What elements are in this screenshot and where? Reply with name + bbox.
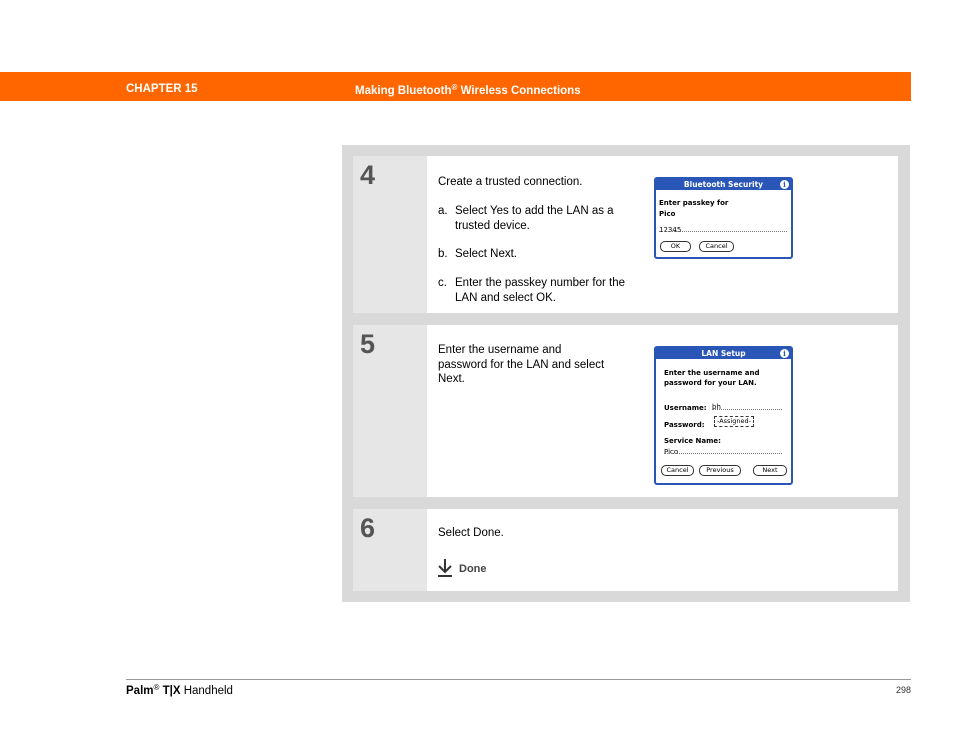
password-selector[interactable]: -Assigned-	[714, 416, 754, 427]
step-5: 5 Enter the username and password for th…	[353, 325, 898, 497]
chapter-title: Making Bluetooth® Wireless Connections	[355, 83, 581, 97]
info-icon[interactable]: i	[780, 349, 789, 358]
step-6: 6 Select Done. Done	[353, 509, 898, 591]
passkey-underline	[659, 231, 787, 232]
step-number-column: 4	[353, 156, 427, 313]
step-number: 6	[360, 513, 376, 543]
list-item: c. Enter the passkey number for the LAN …	[438, 277, 626, 304]
done-label: Done	[459, 563, 487, 575]
dialog-prompt-device: Pico	[659, 210, 676, 218]
cancel-button[interactable]: Cancel	[661, 465, 694, 476]
done-arrow-icon	[438, 559, 452, 577]
dialog-title: Bluetooth Security i	[656, 179, 791, 190]
step-text: Enter the username and password for the …	[438, 344, 605, 385]
dialog-prompt-2: password for your LAN.	[664, 379, 757, 387]
bluetooth-security-dialog: Bluetooth Security i Enter passkey for P…	[654, 177, 793, 259]
service-name-underline	[664, 453, 782, 454]
step-4: 4 Create a trusted connection. a. Select…	[353, 156, 898, 313]
step-text: Select Done.	[438, 527, 504, 539]
step-content: Create a trusted connection. a. Select Y…	[438, 156, 898, 313]
step-number-column: 6	[353, 509, 427, 591]
step-number-column: 5	[353, 325, 427, 497]
next-button[interactable]: Next	[753, 465, 787, 476]
ok-button[interactable]: OK	[660, 241, 691, 252]
list-item: a. Select Yes to add the LAN as a truste…	[438, 205, 614, 232]
cancel-button[interactable]: Cancel	[699, 241, 734, 252]
chapter-header-bar: CHAPTER 15 Making Bluetooth® Wireless Co…	[0, 72, 911, 101]
chapter-number: CHAPTER 15	[126, 83, 198, 95]
password-label: Password:	[664, 421, 705, 429]
username-label: Username:	[664, 404, 707, 412]
info-icon[interactable]: i	[780, 180, 789, 189]
step-number: 4	[360, 160, 376, 190]
lan-setup-dialog: LAN Setup i Enter the username and passw…	[654, 346, 793, 485]
username-underline	[712, 409, 782, 410]
footer-product: Palm® T|X Handheld	[126, 683, 233, 697]
step-intro: Create a trusted connection.	[438, 176, 583, 188]
step-content: Enter the username and password for the …	[438, 325, 898, 497]
dialog-title: LAN Setup i	[656, 348, 791, 359]
step-number: 5	[360, 329, 376, 359]
step-content: Select Done. Done	[438, 509, 898, 591]
page-number: 298	[895, 685, 911, 695]
steps-panel: 4 Create a trusted connection. a. Select…	[342, 145, 910, 602]
previous-button[interactable]: Previous	[699, 465, 741, 476]
footer-divider	[126, 679, 911, 680]
list-item: b. Select Next.	[438, 248, 517, 260]
username-field[interactable]: bh	[712, 400, 721, 415]
